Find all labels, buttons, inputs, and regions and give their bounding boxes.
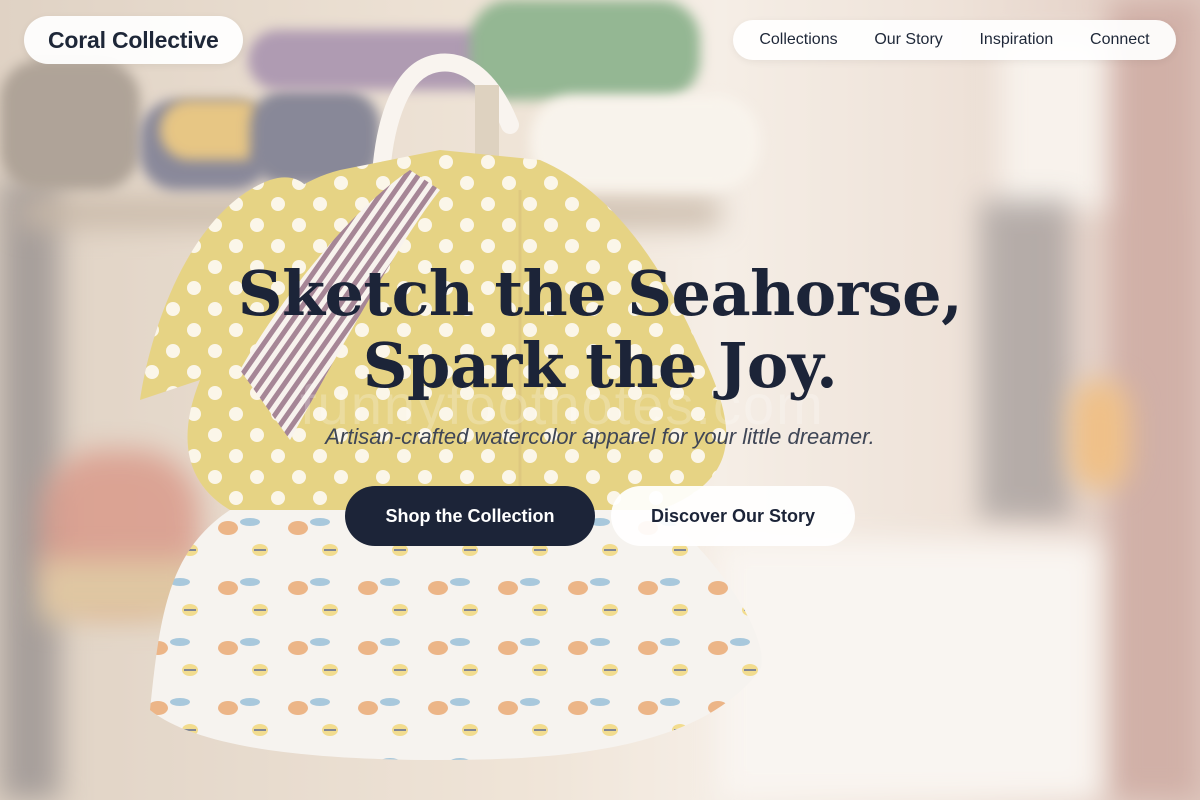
hero-title: Sketch the Seahorse, Spark the Joy. bbox=[0, 258, 1200, 402]
hero-title-line-2: Spark the Joy. bbox=[362, 329, 838, 402]
shop-collection-button[interactable]: Shop the Collection bbox=[345, 486, 595, 546]
discover-story-button[interactable]: Discover Our Story bbox=[611, 486, 855, 546]
brand-logo[interactable]: Coral Collective bbox=[24, 16, 243, 64]
main-nav: Collections Our Story Inspiration Connec… bbox=[733, 20, 1176, 60]
nav-item-collections[interactable]: Collections bbox=[759, 31, 837, 49]
hero-title-line-1: Sketch the Seahorse, bbox=[237, 257, 963, 330]
nav-item-connect[interactable]: Connect bbox=[1090, 31, 1150, 49]
nav-item-inspiration[interactable]: Inspiration bbox=[979, 31, 1053, 49]
hero-subtitle: Artisan-crafted watercolor apparel for y… bbox=[325, 424, 875, 449]
nav-item-our-story[interactable]: Our Story bbox=[874, 31, 942, 49]
